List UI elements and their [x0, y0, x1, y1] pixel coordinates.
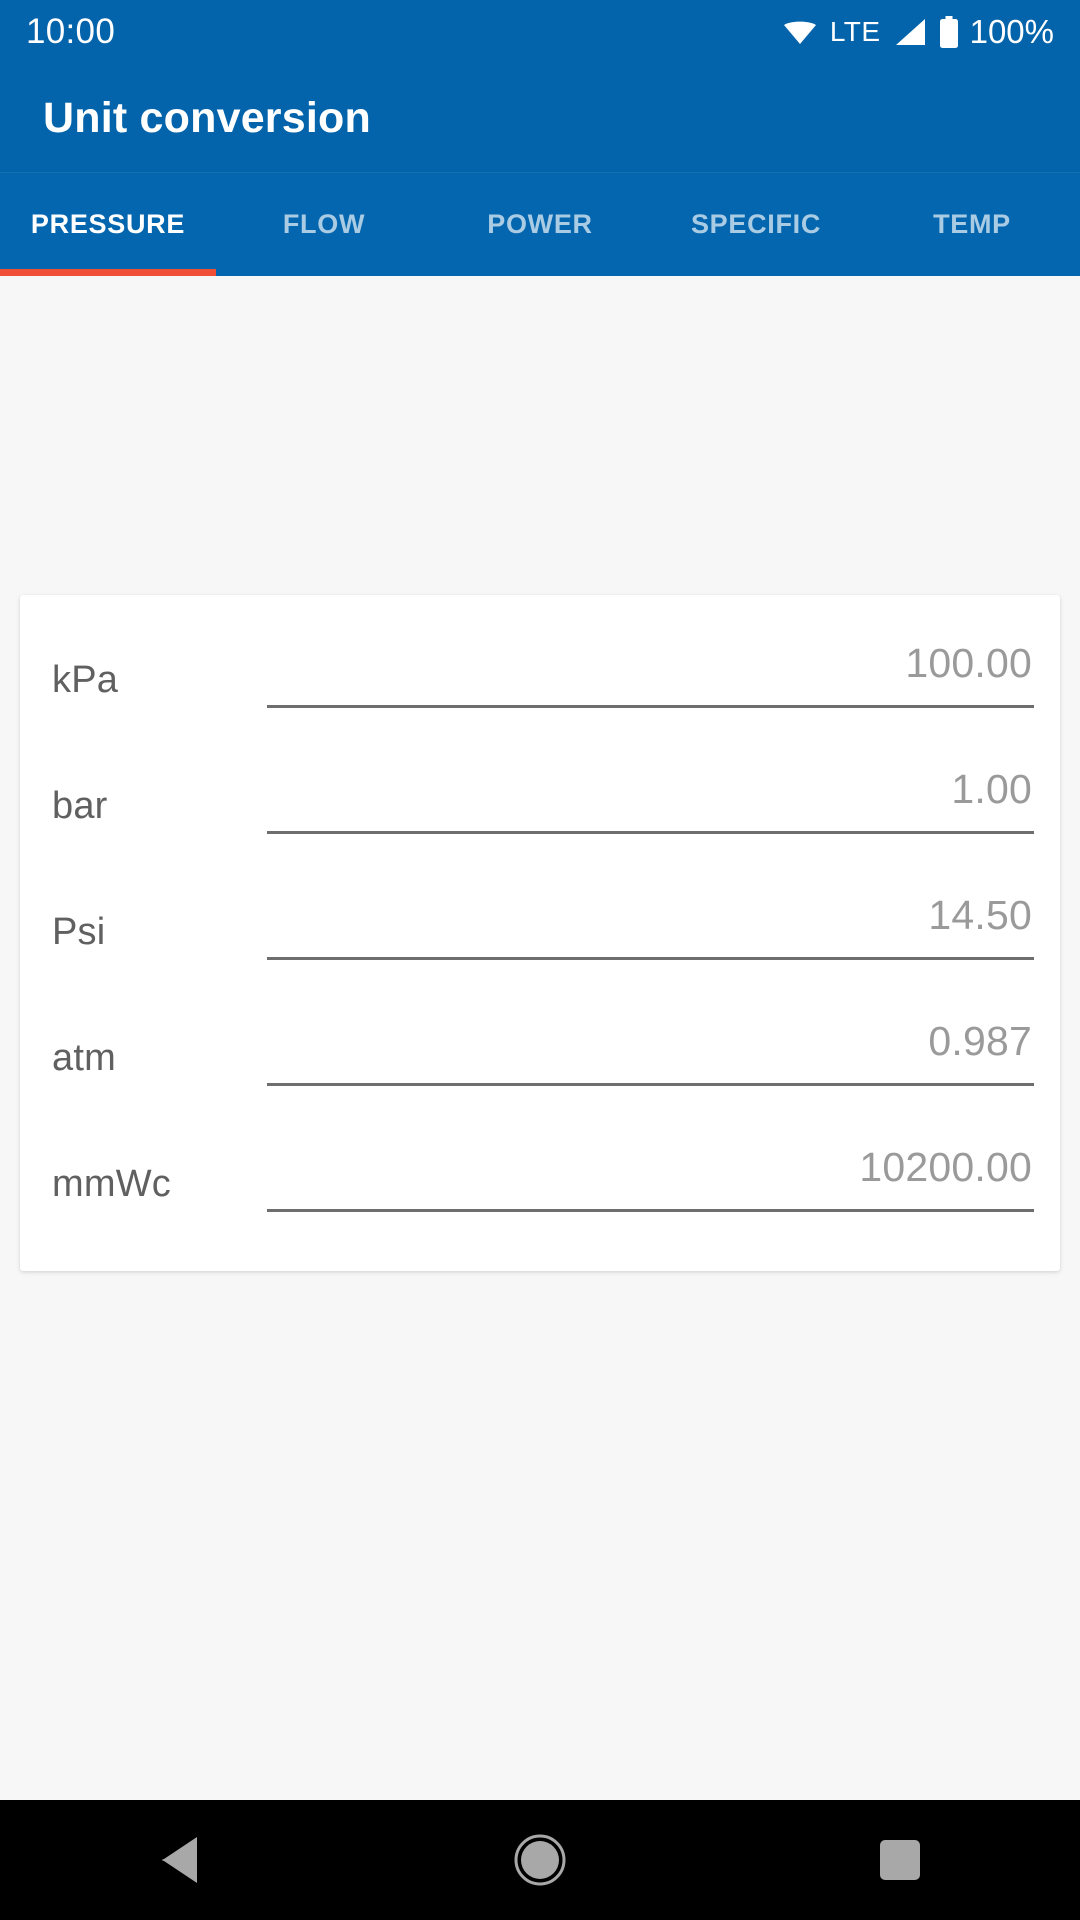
unit-label: Psi	[52, 910, 106, 953]
bar-input[interactable]: 1.00	[267, 760, 1034, 852]
input-underline	[267, 831, 1034, 834]
tab-temp[interactable]: TEMP	[864, 172, 1080, 276]
unit-label: bar	[52, 784, 108, 827]
input-underline	[267, 957, 1034, 960]
conversion-row-psi: Psi 14.50	[20, 869, 1060, 995]
input-underline	[267, 705, 1034, 708]
conversion-row-mmwc: mmWc 10200.00	[20, 1121, 1060, 1247]
status-clock: 10:00	[26, 12, 116, 51]
tab-label: SPECIFIC	[690, 208, 822, 239]
tab-bar[interactable]: PRESSURE FLOW POWER SPECIFIC TEMP	[0, 172, 1080, 276]
tab-flow[interactable]: FLOW	[216, 172, 432, 276]
conversion-card: kPa 100.00 bar 1.00 Psi 14.50 atm 0.987 …	[20, 595, 1060, 1271]
recents-button[interactable]	[810, 1800, 990, 1920]
status-indicators: LTE 100%	[783, 13, 1054, 51]
conversion-row-atm: atm 0.987	[20, 995, 1060, 1121]
tab-pressure[interactable]: PRESSURE	[0, 172, 216, 276]
psi-input[interactable]: 14.50	[267, 886, 1034, 978]
cellular-signal-icon	[894, 18, 926, 46]
unit-label: mmWc	[52, 1162, 171, 1205]
kpa-input[interactable]: 100.00	[267, 634, 1034, 726]
recents-icon	[880, 1840, 920, 1880]
status-bar: 10:00 LTE 100%	[0, 0, 1080, 64]
home-button[interactable]	[450, 1800, 630, 1920]
tab-label: TEMP	[933, 208, 1011, 239]
back-button[interactable]	[90, 1800, 270, 1920]
unit-value: 1.00	[951, 766, 1032, 812]
content-area: kPa 100.00 bar 1.00 Psi 14.50 atm 0.987 …	[0, 276, 1080, 1800]
wifi-icon	[783, 19, 817, 45]
home-icon	[513, 1833, 567, 1887]
unit-value: 10200.00	[859, 1144, 1032, 1190]
system-navigation-bar	[0, 1800, 1080, 1920]
network-type-label: LTE	[829, 16, 881, 47]
page-title: Unit conversion	[43, 93, 371, 142]
phone-screen: 10:00 LTE 100% Unit conversion PRESSURE …	[0, 0, 1080, 1920]
atm-input[interactable]: 0.987	[267, 1012, 1034, 1104]
battery-percent-label: 100%	[969, 13, 1054, 50]
tab-power[interactable]: POWER	[432, 172, 648, 276]
unit-value: 0.987	[928, 1018, 1032, 1064]
conversion-row-bar: bar 1.00	[20, 743, 1060, 869]
input-underline	[267, 1083, 1034, 1086]
unit-label: atm	[52, 1036, 116, 1079]
conversion-row-kpa: kPa 100.00	[20, 617, 1060, 743]
tab-specific[interactable]: SPECIFIC	[648, 172, 864, 276]
tab-active-indicator	[0, 269, 216, 276]
unit-value: 14.50	[928, 892, 1032, 938]
mmwc-input[interactable]: 10200.00	[267, 1138, 1034, 1230]
tab-label: PRESSURE	[30, 208, 186, 239]
unit-label: kPa	[52, 658, 119, 701]
back-icon	[157, 1834, 203, 1886]
input-underline	[267, 1209, 1034, 1212]
app-bar: Unit conversion	[0, 64, 1080, 172]
unit-value: 100.00	[905, 640, 1032, 686]
tab-label: POWER	[487, 208, 593, 239]
battery-full-icon	[939, 16, 959, 48]
tab-label: FLOW	[282, 208, 366, 239]
